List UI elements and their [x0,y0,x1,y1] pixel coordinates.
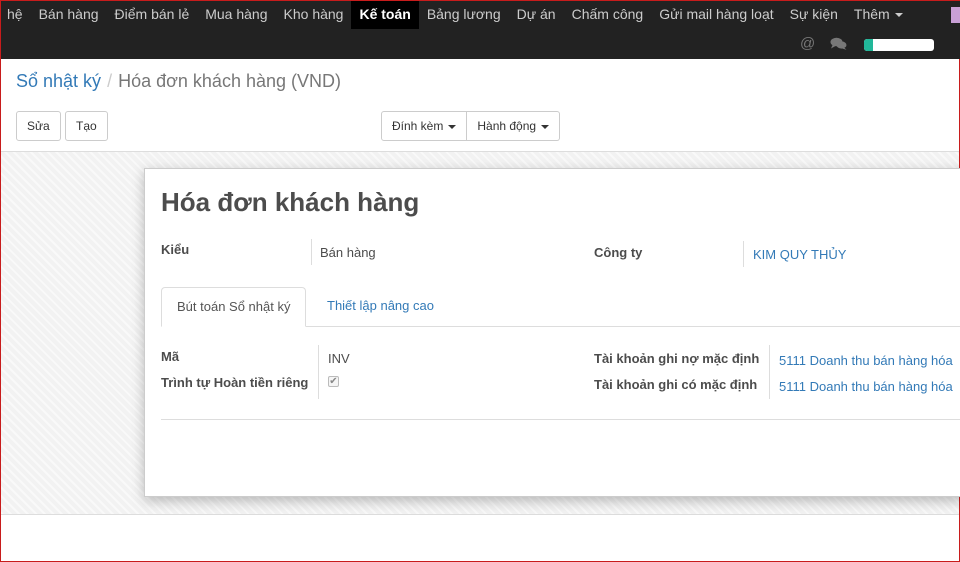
at-icon[interactable]: @ [800,35,815,52]
main-menu: hệ Bán hàng Điểm bán lẻ Mua hàng Kho hàn… [1,1,911,29]
progress-bar [864,39,934,51]
breadcrumb: Sổ nhật ký / Hóa đơn khách hàng (VND) [16,71,341,92]
menu-item-sales[interactable]: Bán hàng [31,1,107,29]
type-value: Bán hàng [320,245,376,260]
page-title: Hóa đơn khách hàng [161,187,420,217]
menu-item-projects[interactable]: Dự án [509,1,564,29]
form-divider [161,419,960,420]
field-divider [318,345,319,399]
company-link[interactable]: KIM QUY THỦY [753,247,846,262]
create-button[interactable]: Tạo [65,111,108,141]
menu-item-warehouse[interactable]: Kho hàng [276,1,352,29]
refund-sequence-label: Trình tự Hoàn tiền riêng [161,375,309,390]
refund-sequence-checkbox[interactable]: ✔ [328,376,339,387]
form-sheet: Hóa đơn khách hàng Kiểu Bán hàng Công ty… [144,168,960,497]
caret-down-icon [894,13,903,18]
sidebar-actions: Đính kèm Hành động [381,111,561,141]
breadcrumb-current: Hóa đơn khách hàng (VND) [118,71,341,91]
field-divider [743,241,744,267]
attachment-label: Đính kèm [392,119,444,133]
tab-advanced-settings[interactable]: Thiết lập nâng cao [312,287,449,327]
field-divider [769,345,770,399]
company-label: Công ty [594,245,643,260]
attachment-dropdown-button[interactable]: Đính kèm [381,111,468,141]
user-avatar[interactable] [951,7,960,23]
breadcrumb-separator: / [107,71,113,91]
menu-item-payroll[interactable]: Bảng lương [419,1,509,29]
menu-item-more[interactable]: Thêm [846,1,911,29]
default-debit-account-label: Tài khoản ghi nợ mặc định [594,351,760,366]
edit-button[interactable]: Sửa [16,111,61,141]
code-label: Mã [161,349,180,364]
menu-item-mass-mailing[interactable]: Gửi mail hàng loạt [651,1,781,29]
tab-journal-entries[interactable]: Bút toán Sổ nhật ký [161,287,307,327]
action-dropdown-button[interactable]: Hành động [467,111,561,141]
caret-down-icon [541,124,550,129]
default-debit-account-link[interactable]: 5111 Doanh thu bán hàng hóa [779,353,953,368]
progress-fill [864,39,874,51]
type-label: Kiểu [161,242,190,257]
default-credit-account-label: Tài khoản ghi có mặc định [594,377,758,392]
top-navbar: hệ Bán hàng Điểm bán lẻ Mua hàng Kho hàn… [1,0,960,59]
menu-more-label: Thêm [853,6,890,22]
default-credit-account-link[interactable]: 5111 Doanh thu bán hàng hóa [779,379,953,394]
caret-down-icon [448,124,457,129]
chat-icon[interactable] [830,37,847,50]
menu-item-point-of-sale[interactable]: Điểm bán lẻ [107,1,198,29]
field-divider [311,239,312,265]
menu-item-purchase[interactable]: Mua hàng [197,1,275,29]
menu-item-accounting[interactable]: Kế toán [351,1,419,29]
code-value: INV [328,351,350,366]
menu-item-attendance[interactable]: Chấm công [564,1,652,29]
menu-item-events[interactable]: Sự kiện [782,1,846,29]
action-label: Hành động [477,119,537,133]
menu-item-he[interactable]: hệ [1,1,31,29]
breadcrumb-parent-link[interactable]: Sổ nhật ký [16,71,101,91]
